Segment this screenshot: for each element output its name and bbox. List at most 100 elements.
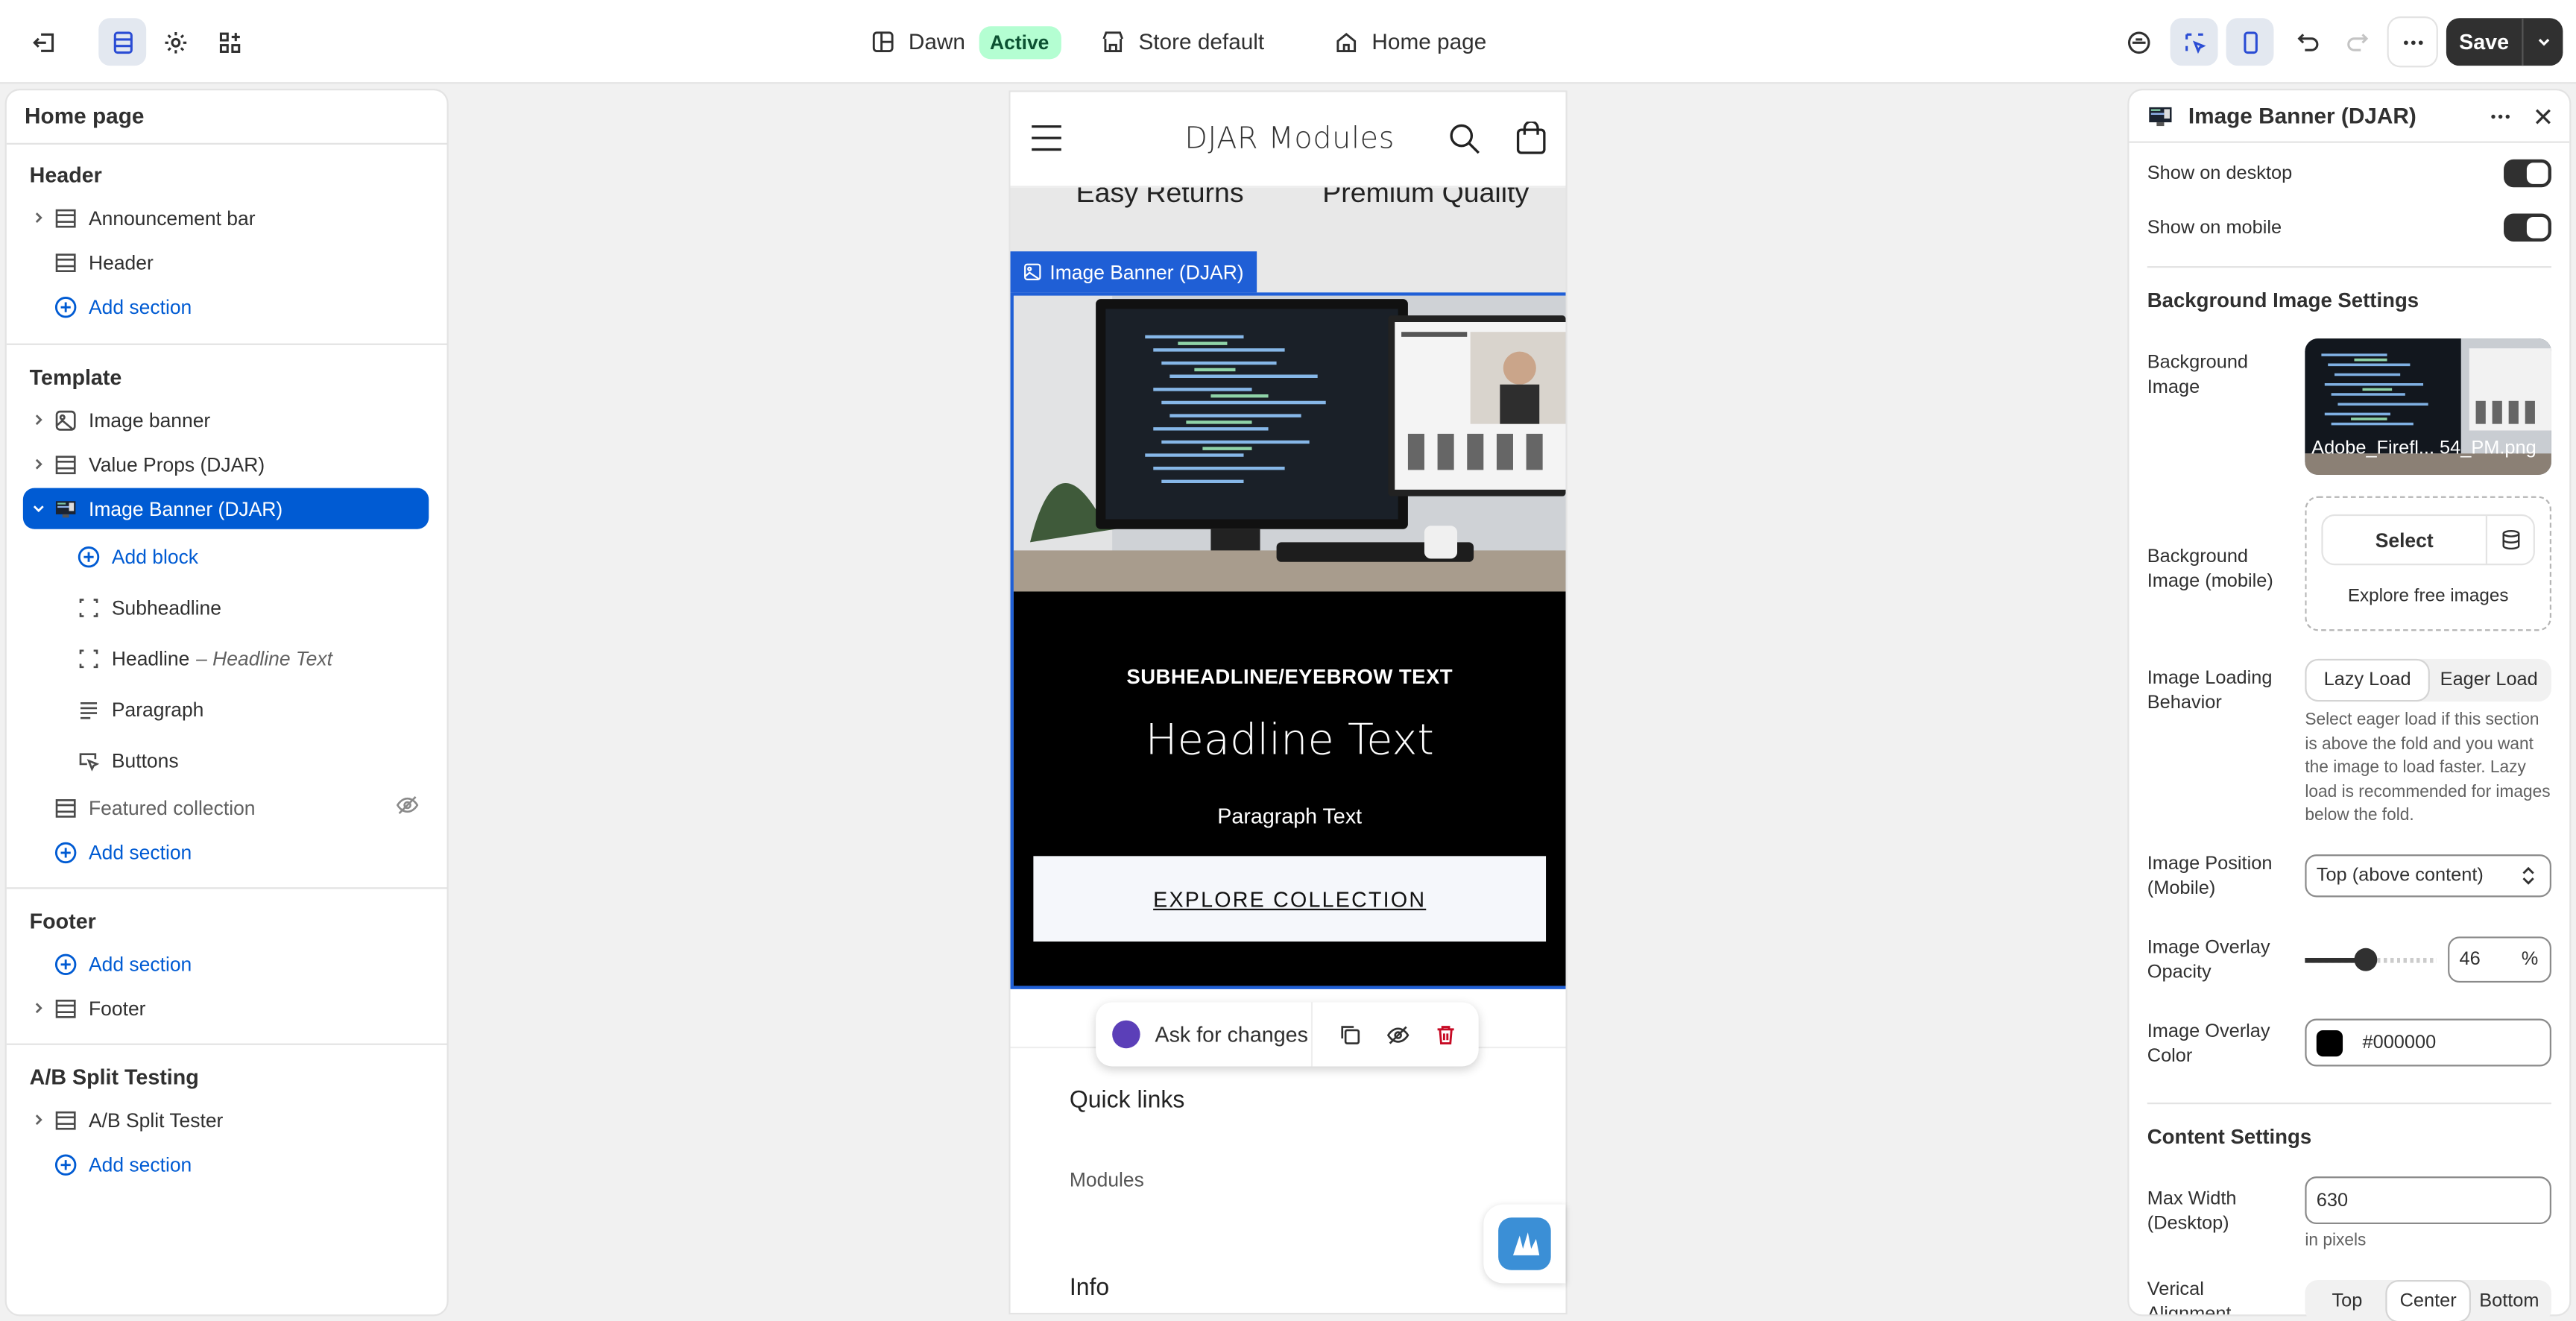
section-icon <box>53 249 79 275</box>
plus-circle-icon <box>75 543 101 569</box>
plus-circle-icon <box>53 293 79 319</box>
add-section-footer[interactable]: Add section <box>23 943 429 984</box>
undo-icon[interactable] <box>2284 18 2332 66</box>
apps-icon[interactable] <box>206 18 253 66</box>
paragraph-icon <box>75 696 101 722</box>
image-position-select[interactable]: Top (above content) <box>2305 854 2551 898</box>
store-footer: Quick links Modules Info <box>1010 1047 1566 1313</box>
add-section-header[interactable]: Add section <box>23 286 429 327</box>
footer-heading: Quick links <box>1069 1088 1185 1115</box>
chevron-right-icon[interactable] <box>23 457 53 472</box>
close-icon[interactable] <box>2532 105 2555 136</box>
panel-title: Home page <box>25 103 145 128</box>
section-image-banner[interactable]: Image banner <box>23 400 429 441</box>
eager-load-option[interactable]: Eager Load <box>2428 660 2550 700</box>
chevron-right-icon[interactable] <box>23 210 53 225</box>
select-image-button[interactable]: Select <box>2323 516 2488 564</box>
monitor-thumbnail-icon <box>53 496 79 522</box>
gear-icon[interactable] <box>151 18 199 66</box>
sections-icon[interactable] <box>98 18 147 66</box>
save-button[interactable]: Save <box>2446 18 2563 66</box>
chat-widget-icon[interactable] <box>1483 1204 1566 1284</box>
block-subheadline[interactable]: Subheadline <box>23 587 429 628</box>
value-prop: Easy Returns <box>1076 187 1244 209</box>
database-icon[interactable] <box>2487 516 2534 564</box>
background-image-picker[interactable]: Adobe_Firefl... 54_PM.png <box>2305 338 2551 475</box>
overlay-color-input[interactable]: #000000 <box>2305 1018 2551 1067</box>
lazy-load-option[interactable]: Lazy Load <box>2306 660 2428 700</box>
overlay-opacity-slider[interactable] <box>2305 948 2437 971</box>
hide-eye-icon[interactable] <box>1374 1023 1421 1046</box>
theme-selector[interactable]: Dawn Active <box>871 19 1061 64</box>
chevron-right-icon[interactable] <box>23 1000 53 1015</box>
section-label: Image banner <box>89 408 211 432</box>
plus-circle-icon <box>53 950 79 977</box>
duplicate-icon[interactable] <box>1326 1023 1374 1046</box>
overlay-opacity-input[interactable]: 46 % <box>2448 936 2551 983</box>
image-icon <box>53 407 79 433</box>
settings-header: Image Banner (DJAR) <box>2129 90 2570 143</box>
chevron-down-icon[interactable] <box>23 501 53 516</box>
block-detail: – Headline Text <box>196 646 332 670</box>
content-settings-heading: Content Settings <box>2147 1125 2312 1149</box>
explore-collection-button[interactable]: EXPLORE COLLECTION <box>1033 856 1547 942</box>
assistant-avatar-icon <box>1112 1020 1140 1049</box>
inspector-icon[interactable] <box>2115 18 2162 66</box>
overlay-color-label: Image Overlay Color <box>2147 1021 2270 1066</box>
store-selector[interactable]: Store default <box>1101 19 1264 64</box>
section-label: Announcement bar <box>89 206 256 230</box>
redo-icon[interactable] <box>2333 18 2381 66</box>
page-selector[interactable]: Home page <box>1334 19 1487 64</box>
select-cursor-icon[interactable] <box>2170 18 2218 66</box>
mobile-view-icon[interactable] <box>2226 18 2274 66</box>
section-label: Image Banner (DJAR) <box>89 496 283 520</box>
add-block-button[interactable]: Add block <box>23 536 429 577</box>
footer-heading: Info <box>1069 1275 1110 1302</box>
chevron-down-icon[interactable] <box>2523 33 2563 51</box>
chevron-right-icon[interactable] <box>23 412 53 427</box>
page-name: Home page <box>1371 29 1487 54</box>
block-buttons[interactable]: Buttons <box>23 740 429 781</box>
more-icon[interactable] <box>2389 18 2437 66</box>
hidden-eye-icon[interactable] <box>396 794 419 822</box>
align-bottom-option[interactable]: Bottom <box>2469 1281 2550 1321</box>
block-headline[interactable]: Headline – Headline Text <box>23 637 429 678</box>
store-title: DJAR Modules <box>1184 122 1395 157</box>
section-header[interactable]: Header <box>23 242 429 283</box>
ask-for-changes-button[interactable]: Ask for changes <box>1155 1022 1310 1047</box>
section-value-props[interactable]: Value Props (DJAR) <box>23 444 429 485</box>
show-mobile-toggle[interactable] <box>2504 213 2551 242</box>
explore-free-images-link[interactable]: Explore free images <box>2305 587 2551 606</box>
color-swatch[interactable] <box>2316 1029 2343 1056</box>
search-icon[interactable] <box>1449 123 1480 163</box>
slider-knob[interactable] <box>2354 948 2377 971</box>
chevron-right-icon[interactable] <box>23 1112 53 1127</box>
section-ab-tester[interactable]: A/B Split Tester <box>23 1100 429 1141</box>
align-center-option[interactable]: Center <box>2387 1281 2469 1321</box>
trash-icon[interactable] <box>1421 1023 1469 1046</box>
section-featured-collection[interactable]: Featured collection <box>23 787 429 828</box>
footer-link[interactable]: Modules <box>1070 1168 1144 1191</box>
banner-content: SUBHEADLINE/EYEBROW TEXT Headline Text P… <box>1013 591 1566 986</box>
image-position-value: Top (above content) <box>2316 866 2484 886</box>
max-width-label: Max Width (Desktop) <box>2147 1189 2237 1234</box>
section-announcement-bar[interactable]: Announcement bar <box>23 197 429 238</box>
show-desktop-toggle[interactable] <box>2504 159 2551 188</box>
image-banner-section[interactable]: SUBHEADLINE/EYEBROW TEXT Headline Text P… <box>1010 292 1566 989</box>
add-section-ab[interactable]: Add section <box>23 1144 429 1185</box>
block-paragraph[interactable]: Paragraph <box>23 689 429 730</box>
more-icon[interactable] <box>2489 105 2512 136</box>
add-section-label: Add section <box>89 840 192 864</box>
bg-settings-heading: Background Image Settings <box>2147 289 2419 312</box>
selected-section-tag[interactable]: Image Banner (DJAR) <box>1010 251 1257 293</box>
section-image-banner-djar[interactable]: Image Banner (DJAR) <box>22 488 429 529</box>
add-section-template[interactable]: Add section <box>23 831 429 872</box>
banner-paragraph: Paragraph Text <box>1217 803 1363 828</box>
save-label: Save <box>2459 29 2510 54</box>
add-section-label: Add section <box>89 1153 192 1176</box>
max-width-input[interactable]: 630 <box>2305 1176 2551 1225</box>
cart-icon[interactable] <box>1515 120 1547 163</box>
exit-icon[interactable] <box>19 18 67 66</box>
section-footer[interactable]: Footer <box>23 988 429 1029</box>
align-top-option[interactable]: Top <box>2307 1281 2388 1321</box>
